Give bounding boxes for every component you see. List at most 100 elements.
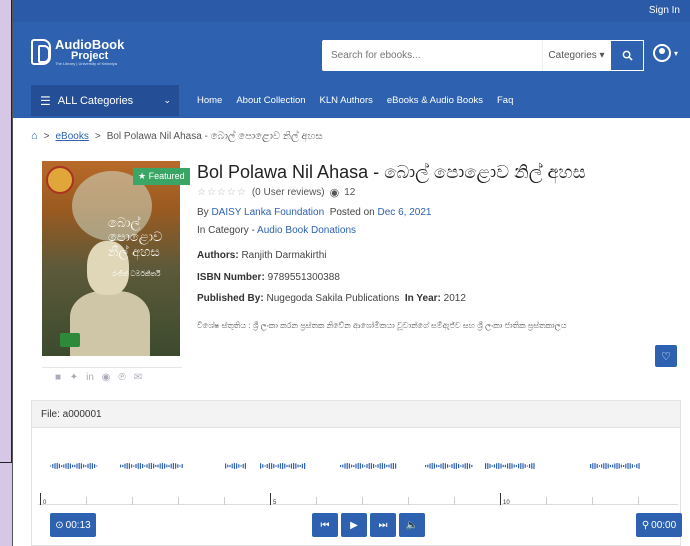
file-label: File: a000001 <box>32 401 680 428</box>
waveform-bar <box>498 463 500 469</box>
waveform-bar <box>120 464 122 468</box>
main-nav: ☰ ALL Categories ⌄ Home About Collection… <box>13 82 690 118</box>
waveform-bar <box>634 465 636 467</box>
current-time-button[interactable]: ⊙ 00:13 <box>50 513 96 537</box>
waveform-bar <box>351 464 353 468</box>
category-row: In Category - Audio Book Donations <box>197 225 357 236</box>
breadcrumb-current: Bol Polawa Nil Ahasa - බොල් පොළොව නිල් අ… <box>106 130 323 142</box>
waveform-bar <box>451 463 453 469</box>
current-time: 00:13 <box>65 519 91 531</box>
waveform-bar <box>357 463 359 469</box>
waveform-bar <box>447 464 449 468</box>
waveform-bar <box>142 463 144 469</box>
waveform-bar <box>592 463 594 469</box>
waveform-bar <box>238 464 240 468</box>
user-menu[interactable]: ▾ <box>653 44 678 62</box>
book-description: විශේෂ ස්තුතිය : ශ්‍රී ලංකා කරන ප්‍රස්තක … <box>197 321 567 330</box>
nav-faq[interactable]: Faq <box>497 95 513 106</box>
waveform-bar <box>266 463 268 469</box>
posted-date-link[interactable]: Dec 6, 2021 <box>378 207 432 218</box>
waveform-bar <box>244 463 246 469</box>
breadcrumb-ebooks[interactable]: eBooks <box>56 131 89 142</box>
play-button[interactable]: ▶ <box>341 513 367 537</box>
waveform-bar <box>368 463 370 469</box>
waveform-bar <box>264 465 266 467</box>
waveform-bar <box>268 463 270 469</box>
nav-about-collection[interactable]: About Collection <box>236 95 305 106</box>
end-time: 00:00 <box>651 519 677 531</box>
waveform-bar <box>469 463 471 469</box>
waveform-bar <box>522 463 524 469</box>
category-link[interactable]: Audio Book Donations <box>257 225 356 236</box>
site-logo[interactable]: AudioBook Project The Library | Universi… <box>31 38 124 66</box>
waveform-bar <box>607 463 609 469</box>
waveform-bar <box>442 463 444 469</box>
sign-in-link[interactable]: Sign In <box>649 5 680 16</box>
cover-title: බොල් පොළොව නිල් අහස <box>108 215 163 259</box>
waveform-bar <box>229 464 231 468</box>
facebook-icon[interactable]: ■ <box>53 372 63 383</box>
waveform-bar <box>301 463 303 469</box>
waveform-bar <box>65 463 67 469</box>
waveform[interactable] <box>50 459 670 473</box>
volume-icon: 🔈 <box>405 519 419 531</box>
waveform-bar <box>427 464 429 468</box>
waveform-bar <box>590 463 592 469</box>
search-input[interactable] <box>322 50 542 61</box>
nav-kln-authors[interactable]: KLN Authors <box>320 95 373 106</box>
waveform-bar <box>340 464 342 468</box>
waveform-bar <box>293 463 295 469</box>
category-select[interactable]: Categories ▾ <box>542 40 610 71</box>
linkedin-icon[interactable]: in <box>85 372 95 383</box>
cover-author: රංජිත් ධර්මකීර්ති <box>112 271 161 278</box>
skip-back-button[interactable]: ⏮ <box>312 513 338 537</box>
waveform-bar <box>392 463 394 469</box>
search-bar: Categories ▾ <box>322 40 644 71</box>
timeline-tick <box>362 497 363 505</box>
wishlist-button[interactable]: ♡ <box>655 345 677 367</box>
waveform-bar <box>172 463 174 469</box>
waveform-bar <box>524 464 526 468</box>
waveform-bar <box>297 464 299 468</box>
waveform-bar <box>500 463 502 469</box>
search-button[interactable] <box>610 40 644 71</box>
waveform-bar <box>288 464 290 468</box>
star-rating[interactable]: ☆☆☆☆☆ <box>197 187 247 198</box>
published-by-value: Nugegoda Sakila Publications <box>266 293 400 304</box>
waveform-bar <box>128 463 130 469</box>
nav-home[interactable]: Home <box>197 95 222 106</box>
cover-seal <box>46 166 74 194</box>
book-cover-image[interactable]: බොල් පොළොව නිල් අහස රංජිත් ධර්මකීර්ති <box>42 161 180 356</box>
email-icon[interactable]: ✉ <box>133 372 143 383</box>
reddit-icon[interactable]: ◉ <box>101 372 111 383</box>
volume-button[interactable]: 🔈 <box>399 513 425 537</box>
published-row: Published By: Nugegoda Sakila Publicatio… <box>197 293 466 304</box>
waveform-bar <box>362 464 364 468</box>
pinterest-icon[interactable]: ℗ <box>117 372 127 383</box>
publisher-link[interactable]: DAISY Lanka Foundation <box>211 207 324 218</box>
waveform-bar <box>76 463 78 469</box>
end-time-button[interactable]: ⚲ 00:00 <box>636 513 682 537</box>
timeline-tick <box>270 493 271 505</box>
waveform-bar <box>609 464 611 468</box>
waveform-bar <box>137 463 139 469</box>
waveform-bar <box>135 463 137 469</box>
skip-forward-button[interactable]: ⏭ <box>370 513 396 537</box>
waveform-bar <box>526 465 528 467</box>
waveform-bar <box>455 463 457 469</box>
waveform-bar <box>375 465 377 467</box>
nav-ebooks-audio[interactable]: eBooks & Audio Books <box>387 95 483 106</box>
twitter-icon[interactable]: ✦ <box>69 372 79 383</box>
timeline-tick <box>86 497 87 505</box>
all-categories-button[interactable]: ☰ ALL Categories ⌄ <box>31 85 179 116</box>
home-icon[interactable]: ⌂ <box>31 130 38 142</box>
waveform-bar <box>279 463 281 469</box>
waveform-bar <box>373 463 375 469</box>
waveform-bar <box>150 463 152 469</box>
waveform-bar <box>431 463 433 469</box>
waveform-bar <box>518 463 520 469</box>
timeline-axis[interactable]: 0 5 10 <box>38 487 678 506</box>
waveform-bar <box>342 464 344 468</box>
rating-row: ☆☆☆☆☆ (0 User reviews) ◉ 12 <box>197 186 355 199</box>
waveform-bar <box>233 463 235 469</box>
